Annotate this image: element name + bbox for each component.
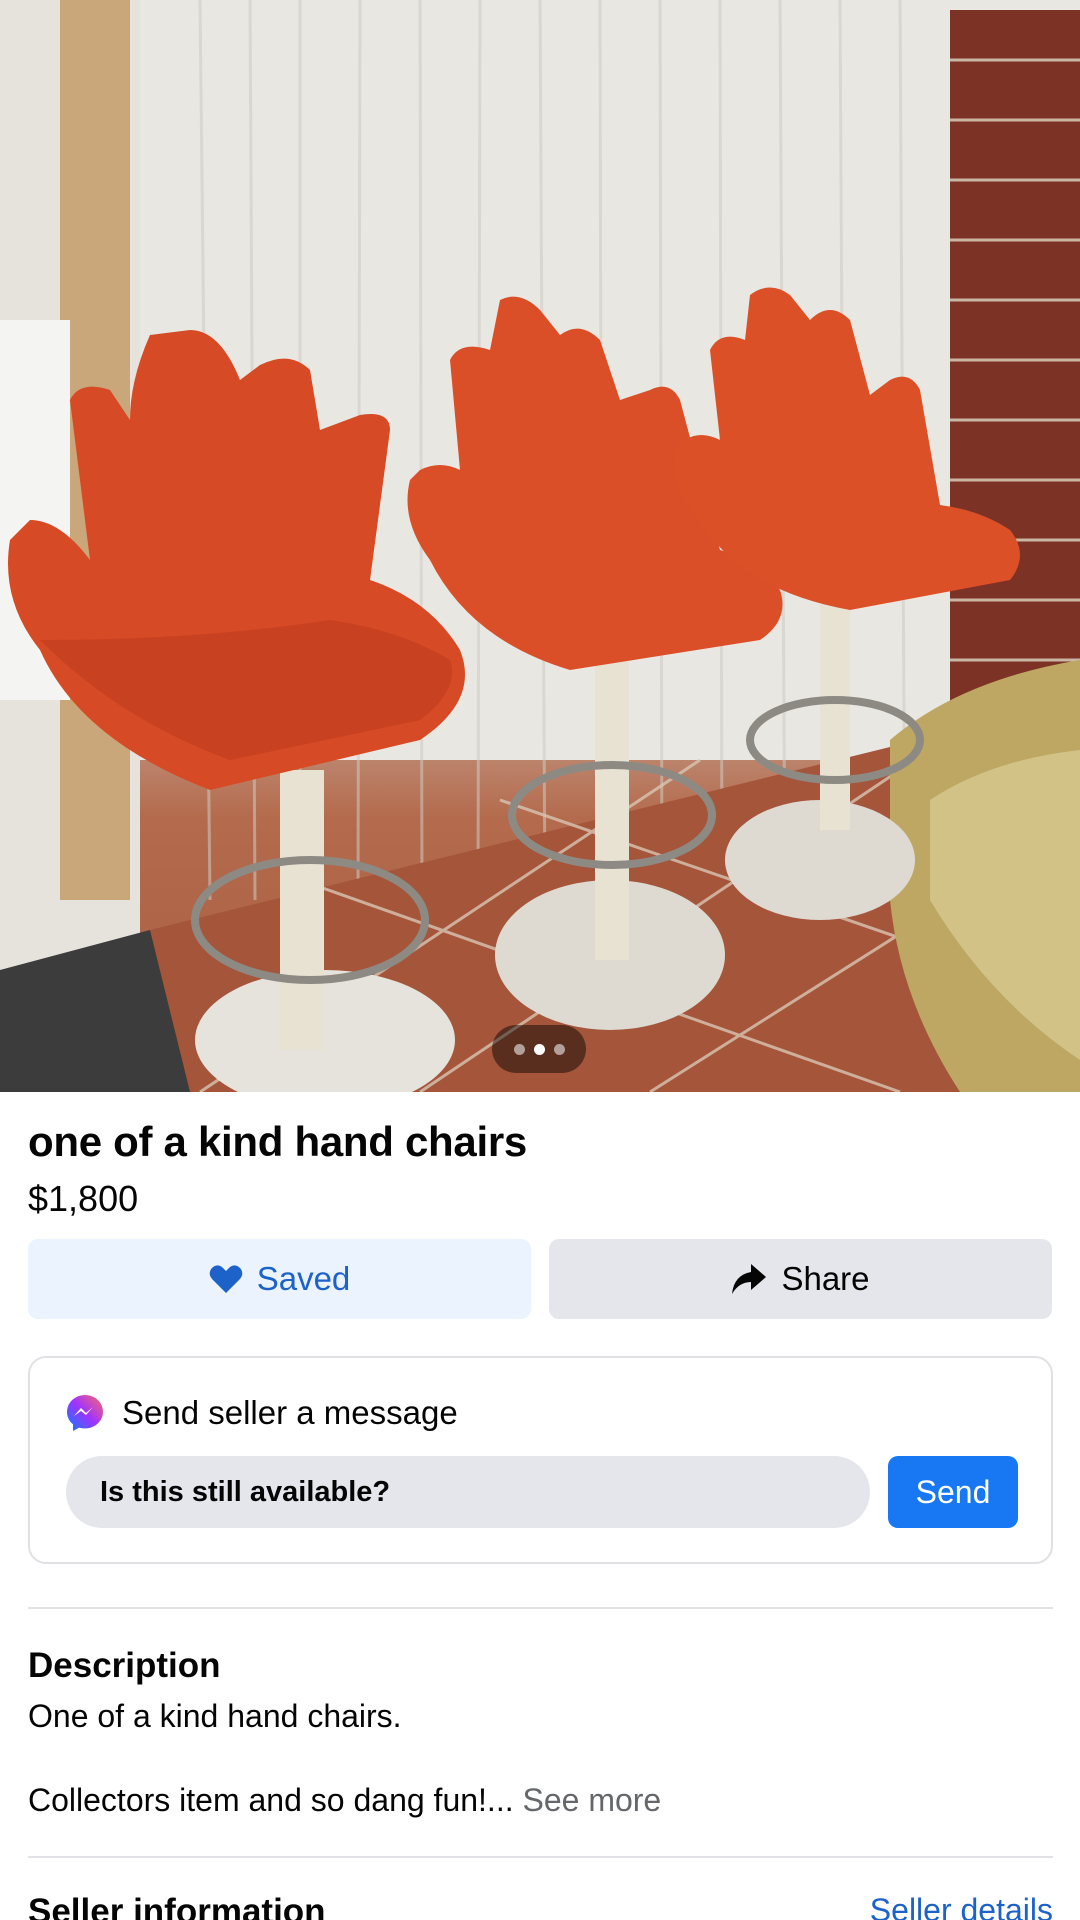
share-button[interactable]: Share [549,1239,1052,1319]
description-line-1: One of a kind hand chairs. [28,1698,402,1734]
message-header: Send seller a message [66,1394,458,1432]
saved-button[interactable]: Saved [28,1239,531,1319]
divider [28,1856,1053,1858]
marketplace-listing-page: one of a kind hand chairs $1,800 Saved S… [0,0,1080,1920]
send-button[interactable]: Send [888,1456,1018,1528]
share-label: Share [781,1260,870,1297]
carousel-dot-2[interactable] [533,1043,545,1055]
message-seller-card: Send seller a message Send [28,1356,1053,1564]
message-input[interactable] [66,1456,870,1528]
description-line-2: Collectors item and so dang fun!... See … [28,1782,661,1819]
heart-icon [209,1265,242,1293]
share-arrow-icon [732,1264,767,1294]
description-heading: Description [28,1646,221,1685]
message-header-text: Send seller a message [122,1394,458,1431]
messenger-icon [67,1395,103,1431]
seller-info-heading: Seller information [28,1892,326,1920]
description-text: Collectors item and so dang fun!... [28,1782,514,1818]
saved-label: Saved [256,1260,351,1297]
action-buttons: Saved Share [28,1239,1052,1319]
listing-photo[interactable] [0,0,1080,1092]
listing-photo-illustration [0,0,1080,1092]
listing-title: one of a kind hand chairs [28,1118,527,1165]
listing-price: $1,800 [28,1178,139,1219]
divider [28,1607,1053,1609]
see-more-link[interactable]: See more [522,1782,661,1818]
carousel-dot-3[interactable] [553,1043,565,1055]
carousel-dot-1[interactable] [513,1043,525,1055]
carousel-indicator[interactable] [492,1025,586,1073]
seller-details-link[interactable]: Seller details [870,1892,1053,1920]
